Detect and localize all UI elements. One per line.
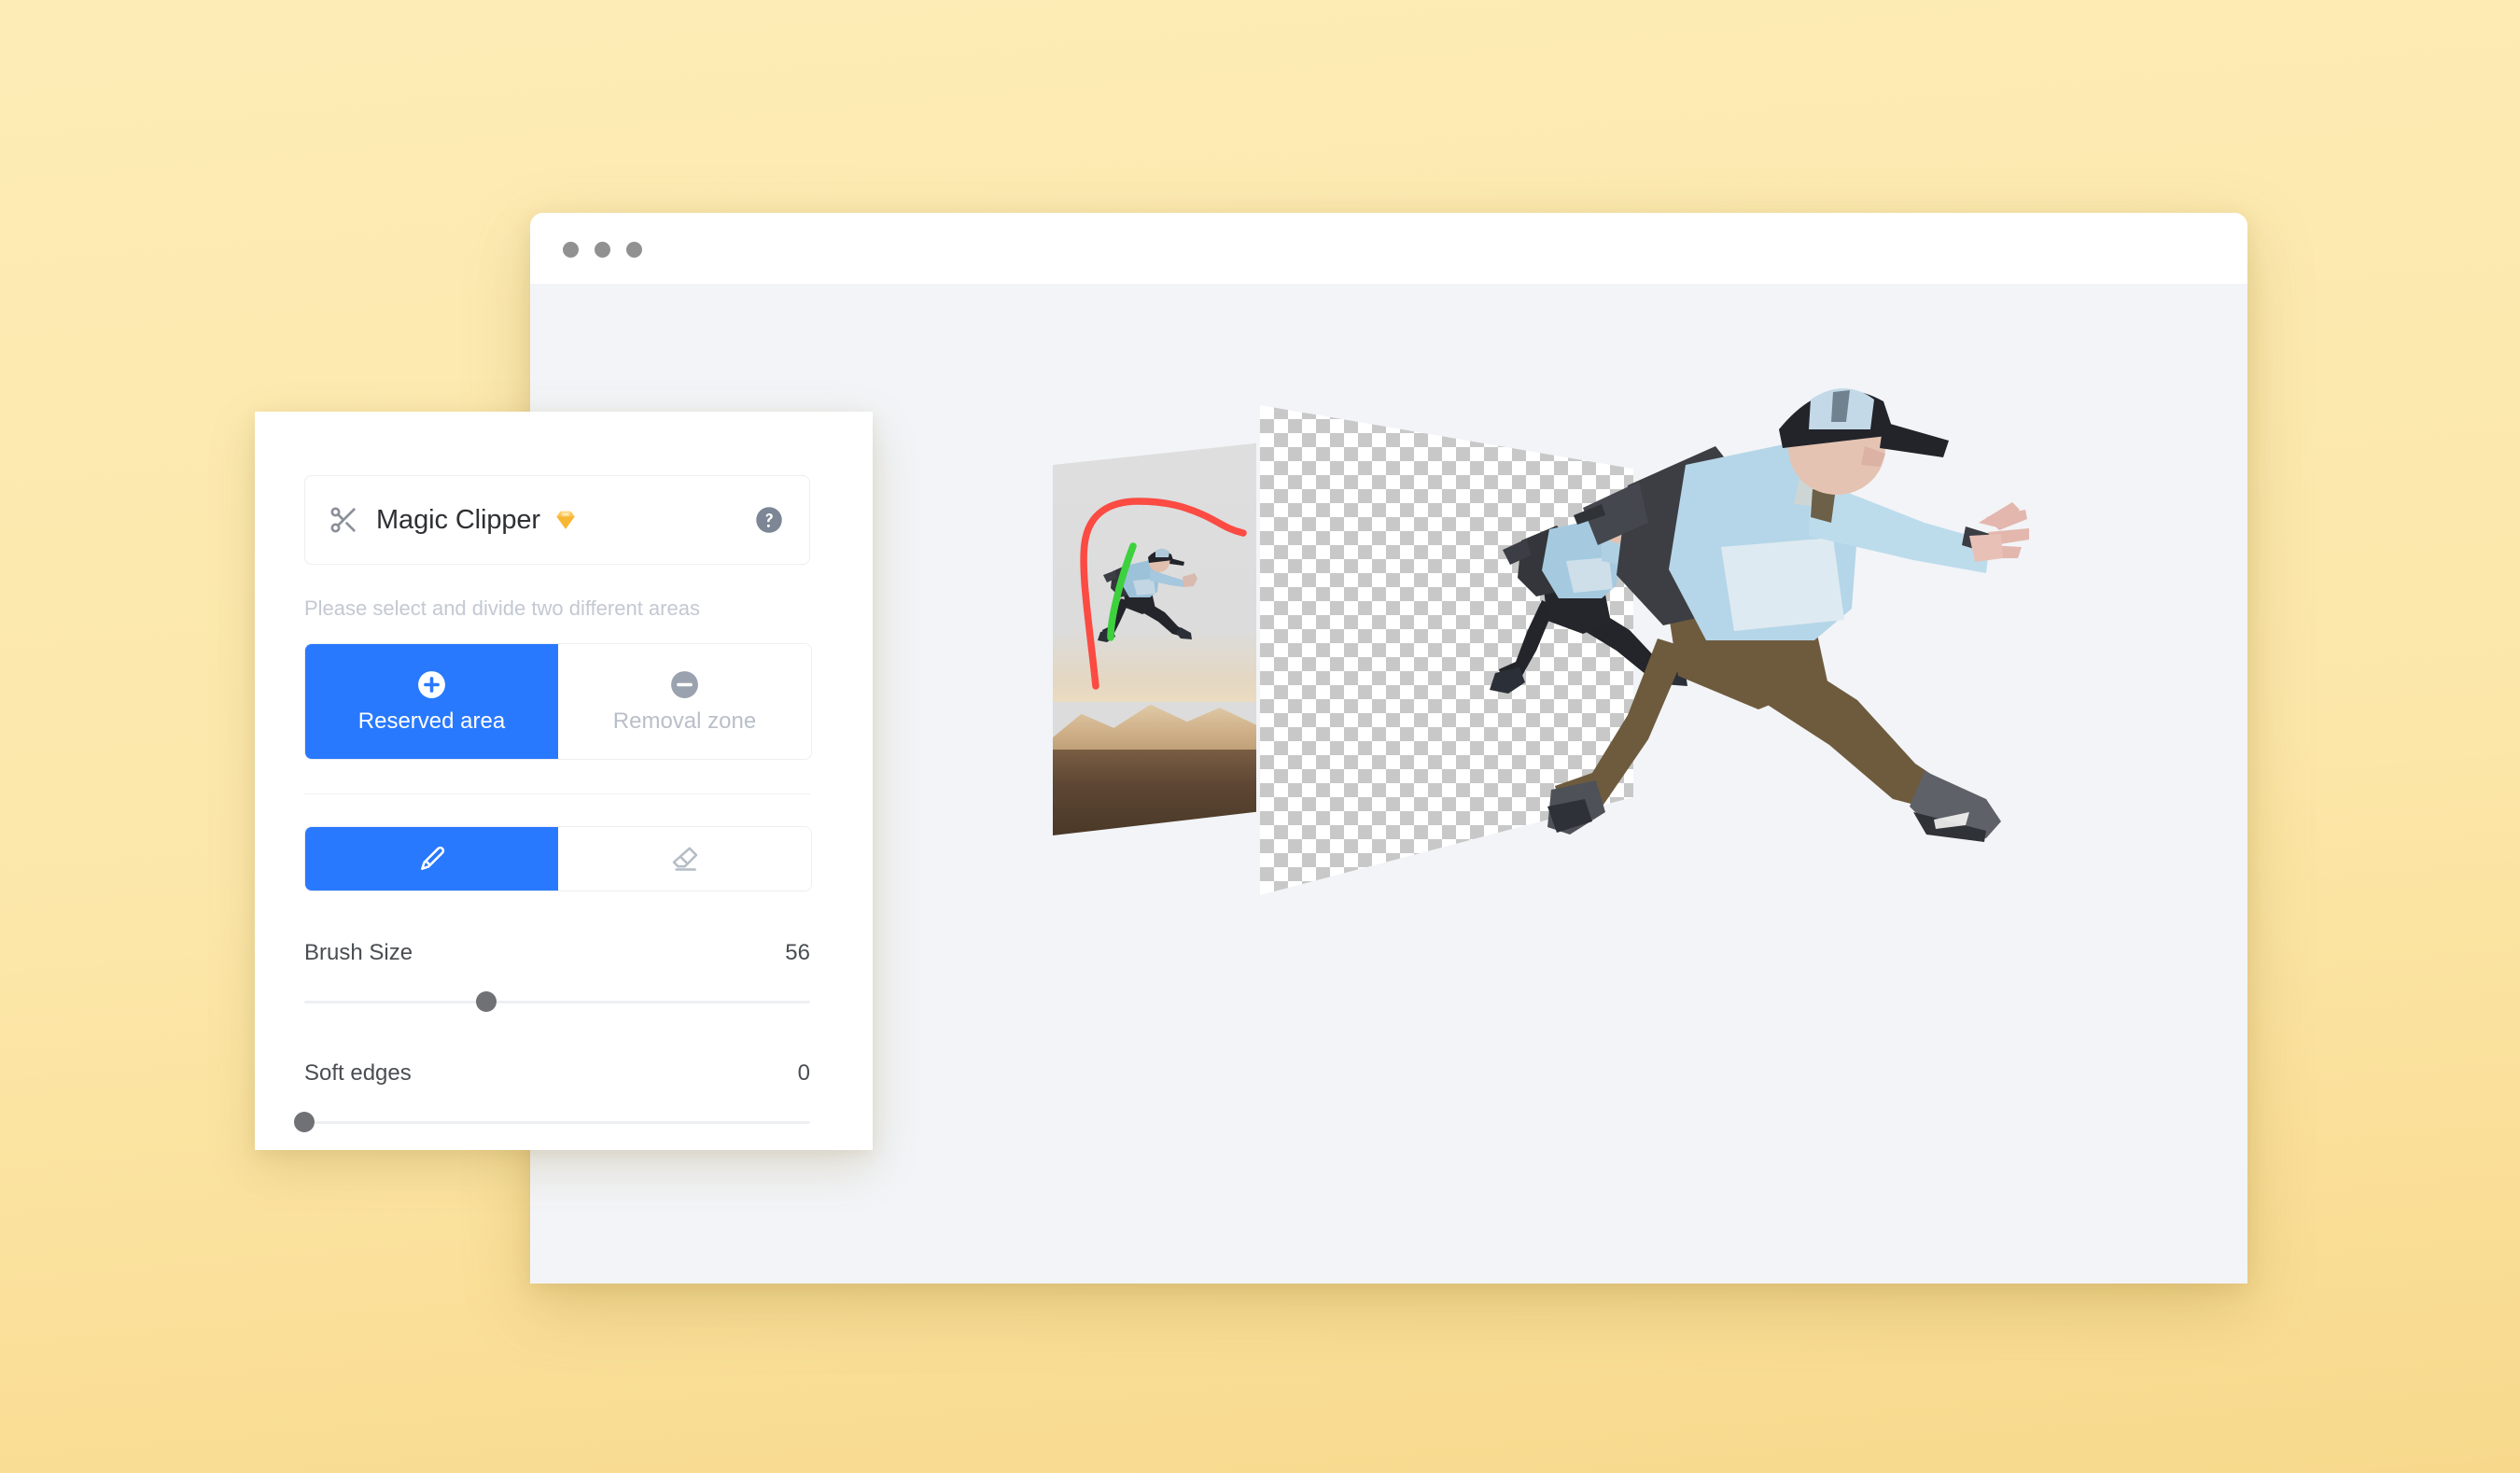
tool-title: Magic Clipper [376,504,540,535]
window-dot-minimize[interactable] [595,242,610,258]
brush-size-slider[interactable] [304,991,810,1013]
window-controls [563,242,642,258]
help-icon[interactable] [755,506,783,534]
reserved-area-button[interactable]: Reserved area [305,644,558,760]
soft-edges-slider-group: Soft edges 0 [294,1060,810,1133]
soft-edges-value: 0 [797,1060,810,1087]
soft-edges-label: Soft edges [304,1060,412,1087]
brush-tool-button[interactable] [305,827,558,891]
eraser-tool-button[interactable] [558,827,811,891]
soft-edges-thumb[interactable] [294,1112,315,1133]
removal-zone-label: Removal zone [612,708,757,734]
brush-size-thumb[interactable] [476,991,497,1013]
soft-edges-slider[interactable] [294,1112,810,1133]
photo-ground [1053,749,1256,835]
photo-runner-figure [1098,548,1197,642]
brush-size-label: Brush Size [304,940,413,966]
panel-divider [304,793,810,795]
brush-size-track [304,1001,810,1004]
soft-edges-track [304,1121,810,1125]
plus-circle-icon [418,670,445,698]
area-mode-toggle: Reserved area Removal zone [304,643,812,761]
brush-size-value: 56 [785,940,810,966]
scissors-icon [330,507,356,533]
brush-icon [420,847,444,871]
gem-icon [556,511,575,529]
removal-zone-button[interactable]: Removal zone [558,644,811,760]
brush-mode-toggle [304,826,812,892]
minus-circle-icon [671,670,698,698]
tool-header-card: Magic Clipper [304,475,810,565]
brush-size-slider-group: Brush Size 56 [304,940,810,1013]
window-dot-close[interactable] [563,242,579,258]
page-background: Magic Clipper Please select and divide t… [0,0,2520,1473]
reserved-area-label: Reserved area [357,708,506,734]
soft-edges-row: Soft edges 0 [304,1060,810,1087]
original-photo-panel[interactable] [1053,443,1256,835]
magic-clipper-tool-panel: Magic Clipper Please select and divide t… [255,412,873,1150]
window-dot-maximize[interactable] [626,242,642,258]
instruction-text: Please select and divide two different a… [304,596,700,620]
eraser-icon [672,847,697,872]
window-titlebar [530,213,2247,284]
brush-size-row: Brush Size 56 [304,940,810,966]
cutout-runner-large [1547,388,2029,842]
